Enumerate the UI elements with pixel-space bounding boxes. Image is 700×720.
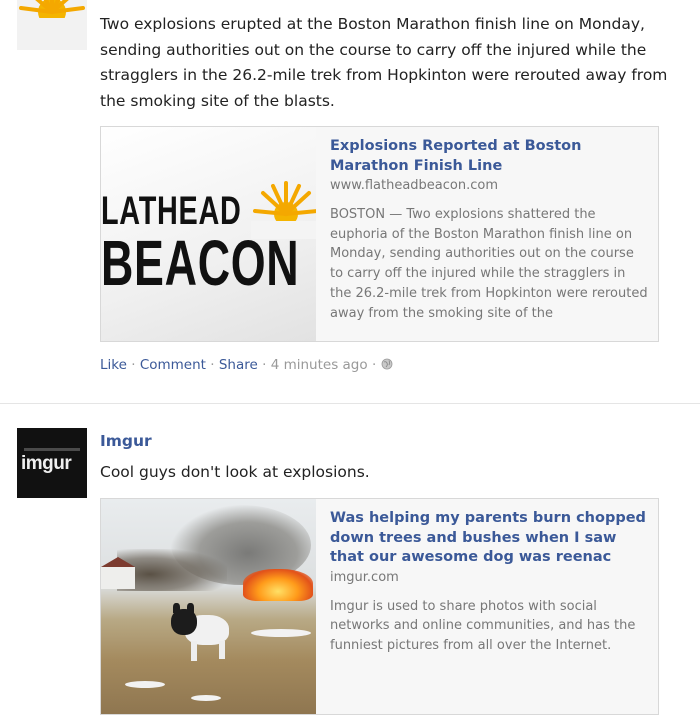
avatar-tagline [24,448,80,451]
separator: · [210,357,215,373]
snow-patch [251,629,311,637]
dog [171,603,233,669]
comment-link[interactable]: Comment [140,357,206,373]
link-preview-body: Was helping my parents burn chopped down… [330,499,648,656]
link-preview-body: Explosions Reported at Boston Marathon F… [330,127,648,323]
logo-text-line-2: BEACON [101,227,300,299]
avatar-logo-text: imgur [21,453,72,474]
timestamp[interactable]: 4 minutes ago [271,357,368,373]
link-preview-card[interactable]: Was helping my parents burn chopped down… [100,498,659,715]
link-preview-domain: www.flatheadbeacon.com [330,178,498,193]
sun-logo-icon [17,0,87,50]
post-message: Two explosions erupted at the Boston Mar… [100,15,668,110]
logo-text-line-1: LATHEAD [101,189,242,233]
link-preview-title[interactable]: Was helping my parents burn chopped down… [330,509,648,568]
link-preview-description: Imgur is used to share photos with socia… [330,598,636,653]
link-preview-image[interactable]: LATHEAD BEACON [101,127,316,341]
snow-patch [191,695,221,701]
post-divider [0,403,700,404]
post-actions: Like · Comment · Share · 4 minutes ago · [100,357,393,373]
share-link[interactable]: Share [219,357,258,373]
link-preview-image[interactable] [101,499,316,714]
post-author[interactable]: Imgur [100,432,152,450]
post-message: Cool guys don't look at explosions. [100,463,370,481]
link-preview-card[interactable]: LATHEAD BEACON Explosions Reported at Bo… [100,126,659,342]
fire [243,569,313,601]
link-preview-description: BOSTON — Two explosions shattered the eu… [330,207,648,321]
separator: · [371,357,377,373]
link-preview-title[interactable]: Explosions Reported at Boston Marathon F… [330,137,648,176]
link-preview-domain: imgur.com [330,569,399,585]
globe-icon[interactable] [381,358,393,370]
avatar[interactable]: imgur [17,428,87,498]
separator: · [131,357,136,373]
separator: · [262,357,267,373]
like-link[interactable]: Like [100,357,127,373]
snow-patch [125,681,165,688]
house [101,557,135,589]
avatar[interactable] [17,0,87,50]
